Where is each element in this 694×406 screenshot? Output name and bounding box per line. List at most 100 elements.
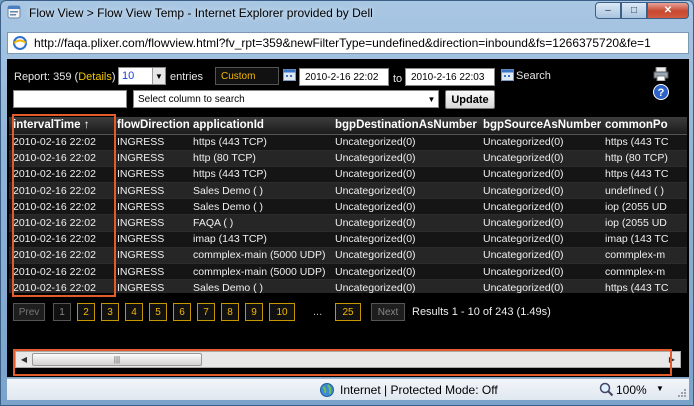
cell-bgpsource: Uncategorized(0)	[479, 134, 601, 151]
page-7[interactable]: 7	[197, 303, 215, 321]
scroll-right-icon[interactable]: ▶	[665, 353, 679, 366]
cell-intervaltime: 2010-02-16 22:02	[9, 247, 113, 265]
horizontal-scrollbar[interactable]: ◀ ||| ▶	[15, 351, 681, 368]
cell-intervaltime: 2010-02-16 22:02	[9, 198, 113, 216]
table-row[interactable]: 2010-02-16 22:02 INGRESS commplex-main (50…	[9, 247, 687, 265]
entries-select[interactable]: 10 ▼	[118, 67, 166, 85]
update-button[interactable]: Update	[445, 90, 495, 109]
scroll-thumb[interactable]: |||	[32, 353, 202, 366]
page-3[interactable]: 3	[101, 303, 119, 321]
table-row[interactable]: 2010-02-16 22:02 INGRESS FAQA ( ) Uncategor…	[9, 214, 687, 232]
cell-applicationid: commplex-main (5000 UDP)	[189, 247, 331, 265]
cell-bgpdestination: Uncategorized(0)	[331, 198, 479, 216]
page-8[interactable]: 8	[221, 303, 239, 321]
table-row[interactable]: 2010-02-16 22:02 INGRESS Sales Demo ( ) Unc…	[9, 279, 687, 293]
chevron-down-icon[interactable]: ▼	[425, 91, 438, 107]
calendar-icon[interactable]	[283, 68, 296, 81]
column-header-bgpdestination[interactable]: bgpDestinationAsNumber	[331, 117, 479, 135]
cell-flowdirection: INGRESS	[113, 263, 189, 281]
prev-button[interactable]: Prev	[13, 303, 45, 321]
scroll-left-icon[interactable]: ◀	[17, 353, 31, 366]
cell-flowdirection: INGRESS	[113, 198, 189, 216]
column-header-applicationid[interactable]: applicationId	[189, 117, 331, 135]
table-row[interactable]: 2010-02-16 22:02 INGRESS https (443 TCP) Un…	[9, 166, 687, 184]
cell-bgpsource: Uncategorized(0)	[479, 247, 601, 265]
chevron-down-icon[interactable]: ▼	[656, 384, 664, 393]
zoom-icon[interactable]	[599, 382, 614, 397]
page-5[interactable]: 5	[149, 303, 167, 321]
cell-flowdirection: INGRESS	[113, 214, 189, 232]
page-1[interactable]: 1	[53, 303, 71, 321]
column-header-flowdirection[interactable]: flowDirection	[113, 117, 189, 135]
url-text[interactable]: http://faqa.plixer.com/flowview.html?fv_…	[34, 36, 651, 50]
cell-commonport: iop (2055 UD	[601, 198, 687, 216]
column-header-intervaltime[interactable]: intervalTime ↑	[9, 117, 113, 135]
column-header-commonport[interactable]: commonPo	[601, 117, 687, 135]
cell-commonport: iop (2055 UD	[601, 214, 687, 232]
end-date-input[interactable]: 2010-2-16 22:03	[405, 68, 495, 86]
table-header-row: intervalTime ↑ flowDirection application…	[9, 117, 687, 135]
pagination-ellipsis: ...	[313, 306, 323, 318]
column-select-value: Select column to search	[138, 93, 245, 105]
page-10[interactable]: 10	[269, 303, 295, 321]
report-toolbar: Report: 359 (Details) 10 ▼ entries Custo…	[13, 67, 681, 100]
page-6[interactable]: 6	[173, 303, 191, 321]
cell-flowdirection: INGRESS	[113, 231, 189, 248]
minimize-button[interactable]: –	[595, 2, 621, 19]
cell-bgpdestination: Uncategorized(0)	[331, 150, 479, 167]
table-row[interactable]: 2010-02-16 22:02 INGRESS imap (143 TCP) Unc…	[9, 231, 687, 248]
address-bar[interactable]: http://faqa.plixer.com/flowview.html?fv_…	[7, 32, 689, 54]
cell-bgpsource: Uncategorized(0)	[479, 231, 601, 248]
ie-app-icon	[7, 5, 21, 19]
entries-value: 10	[122, 70, 135, 82]
flow-table: intervalTime ↑ flowDirection application…	[9, 117, 687, 293]
report-suffix: )	[111, 71, 116, 83]
table-row[interactable]: 2010-02-16 22:02 INGRESS commplex-main (50…	[9, 263, 687, 281]
chevron-down-icon[interactable]: ▼	[152, 68, 165, 84]
column-header-bgpsource[interactable]: bgpSourceAsNumber	[479, 117, 601, 135]
cell-intervaltime: 2010-02-16 22:02	[9, 150, 113, 167]
cell-commonport: https (443 TC	[601, 279, 687, 293]
cell-intervaltime: 2010-02-16 22:02	[9, 214, 113, 232]
search-input[interactable]	[13, 90, 127, 108]
start-date-input[interactable]: 2010-2-16 22:02	[299, 68, 389, 86]
page-2[interactable]: 2	[77, 303, 95, 321]
resize-grip-icon[interactable]	[677, 388, 687, 398]
cell-applicationid: commplex-main (5000 UDP)	[189, 263, 331, 281]
close-button[interactable]: ✕	[647, 2, 689, 19]
cell-intervaltime: 2010-02-16 22:02	[9, 134, 113, 151]
table-row[interactable]: 2010-02-16 22:02 INGRESS http (80 TCP) Unca…	[9, 150, 687, 167]
page-9[interactable]: 9	[245, 303, 263, 321]
cell-applicationid: https (443 TCP)	[189, 166, 331, 184]
title-bar: Flow View > Flow View Temp - Internet Ex…	[1, 1, 693, 23]
print-icon[interactable]	[653, 67, 669, 81]
table-row[interactable]: 2010-02-16 22:02 INGRESS Sales Demo ( ) Unc…	[9, 198, 687, 216]
time-range-select[interactable]: Custom	[215, 67, 279, 85]
cell-applicationid: http (80 TCP)	[189, 150, 331, 167]
cell-intervaltime: 2010-02-16 22:02	[9, 263, 113, 281]
column-search-select[interactable]: Select column to search ▼	[133, 90, 439, 108]
ie-page-icon	[13, 36, 27, 50]
cell-bgpsource: Uncategorized(0)	[479, 182, 601, 200]
cell-bgpsource: Uncategorized(0)	[479, 279, 601, 293]
cell-bgpdestination: Uncategorized(0)	[331, 279, 479, 293]
cell-applicationid: Sales Demo ( )	[189, 279, 331, 293]
next-button[interactable]: Next	[371, 303, 405, 321]
table-row[interactable]: 2010-02-16 22:02 INGRESS Sales Demo ( ) Unc…	[9, 182, 687, 200]
search-link[interactable]: Search	[516, 70, 551, 82]
calendar-icon[interactable]	[501, 68, 514, 81]
zoom-level[interactable]: 100%	[616, 383, 647, 397]
table-body: 2010-02-16 22:02 INGRESS https (443 TCP) Un…	[9, 134, 687, 293]
page-4[interactable]: 4	[125, 303, 143, 321]
cell-bgpdestination: Uncategorized(0)	[331, 263, 479, 281]
details-link[interactable]: Details	[78, 71, 112, 83]
maximize-button[interactable]: □	[621, 2, 647, 19]
cell-flowdirection: INGRESS	[113, 279, 189, 293]
page-last[interactable]: 25	[335, 303, 361, 321]
security-zone-text[interactable]: Internet | Protected Mode: Off	[340, 383, 498, 397]
cell-applicationid: FAQA ( )	[189, 214, 331, 232]
table-row[interactable]: 2010-02-16 22:02 INGRESS https (443 TCP) Un…	[9, 134, 687, 151]
help-icon[interactable]: ?	[653, 84, 669, 100]
cell-flowdirection: INGRESS	[113, 166, 189, 184]
cell-bgpsource: Uncategorized(0)	[479, 166, 601, 184]
